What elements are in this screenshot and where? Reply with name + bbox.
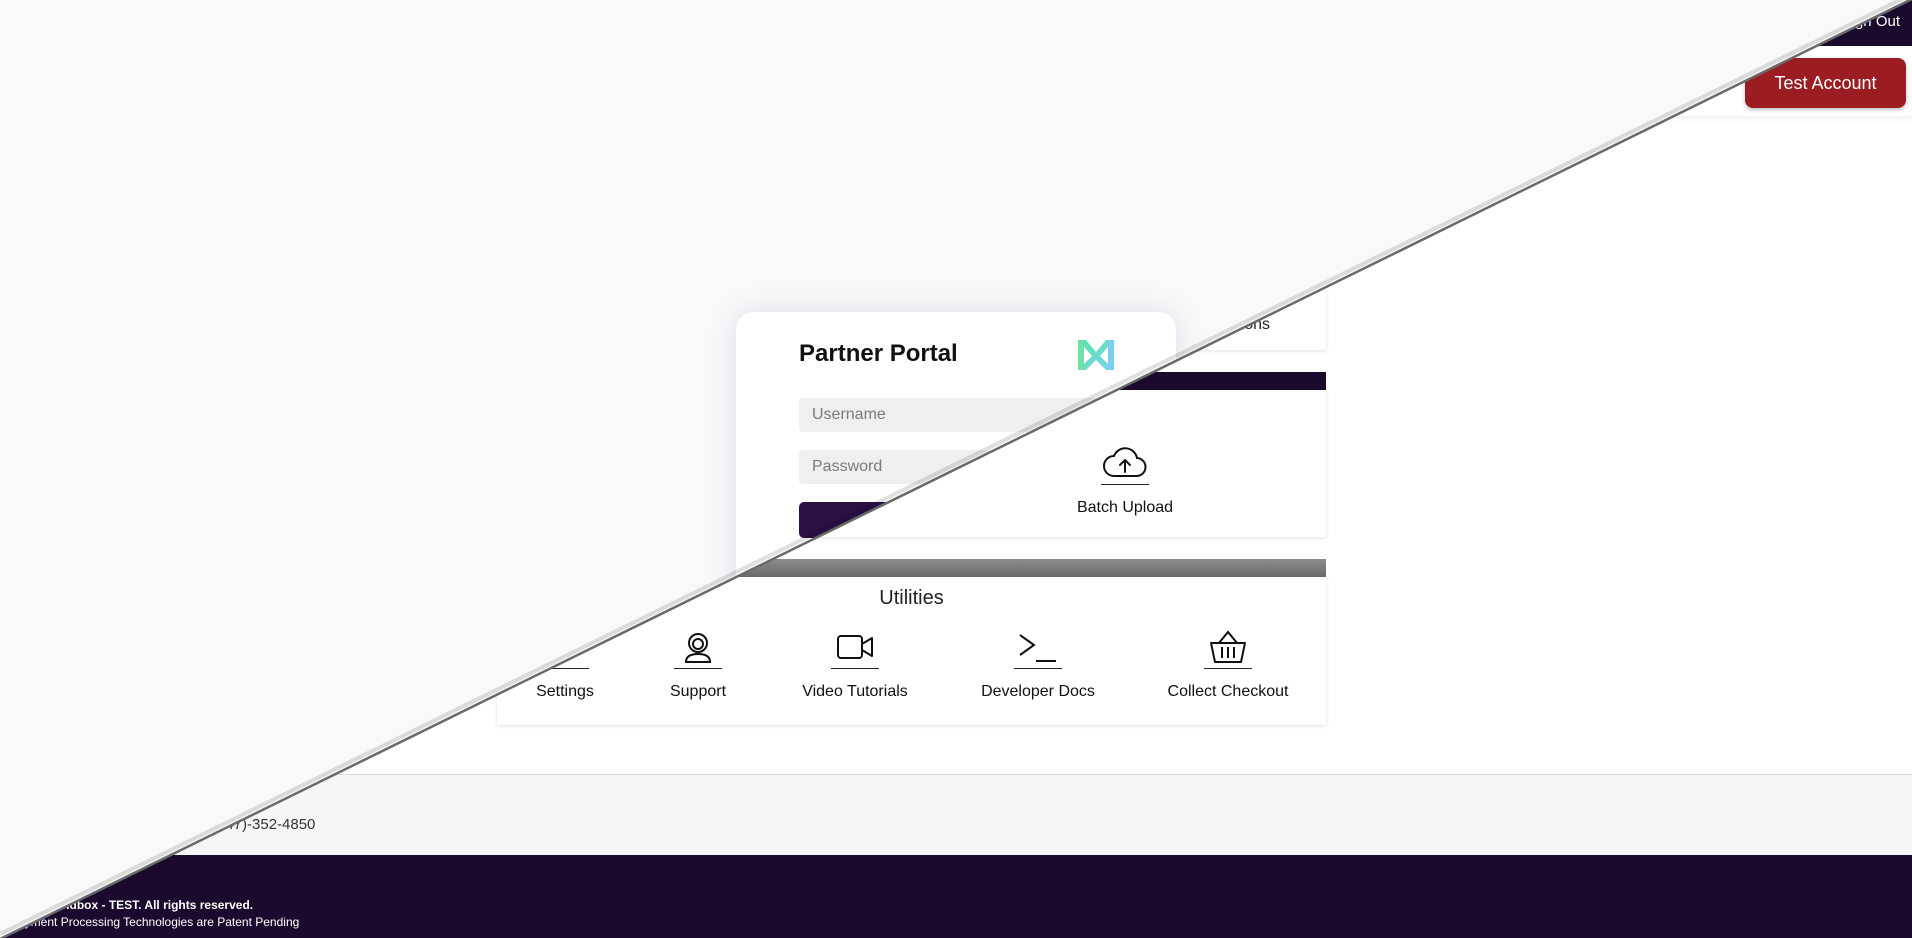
tile-underline (831, 668, 879, 669)
tile-underline (674, 668, 722, 669)
collect-checkout-label: Collect Checkout (1167, 683, 1289, 700)
page-title: Partner Portal (799, 340, 958, 367)
video-tutorials-label: Video Tutorials (802, 683, 908, 700)
tile-underline (1014, 668, 1062, 669)
developer-docs-tile[interactable]: Developer Docs (963, 630, 1113, 701)
support-tile[interactable]: Support (640, 630, 756, 701)
video-camera-icon (837, 635, 873, 659)
tile-underline (1101, 484, 1149, 485)
footer-legal: © NMI Sandbox - TEST. All rights reserve… (0, 855, 1912, 938)
cloud-upload-icon (1103, 447, 1147, 478)
developer-docs-label: Developer Docs (981, 683, 1095, 700)
headset-icon (684, 633, 712, 663)
support-label: Support (669, 683, 727, 700)
patent-text: Payment Processing Technologies are Pate… (10, 915, 300, 929)
terminal-icon (1019, 634, 1056, 662)
batch-upload-tile[interactable]: Batch Upload (1050, 446, 1200, 517)
nmi-logo-icon (1078, 340, 1114, 370)
video-tutorials-tile[interactable]: Video Tutorials (788, 630, 922, 701)
settings-label: Settings (536, 683, 594, 700)
batch-upload-label: Batch Upload (1076, 499, 1174, 516)
collect-checkout-tile[interactable]: Collect Checkout (1148, 630, 1308, 701)
basket-icon (1210, 630, 1246, 663)
tile-underline (1204, 668, 1252, 669)
